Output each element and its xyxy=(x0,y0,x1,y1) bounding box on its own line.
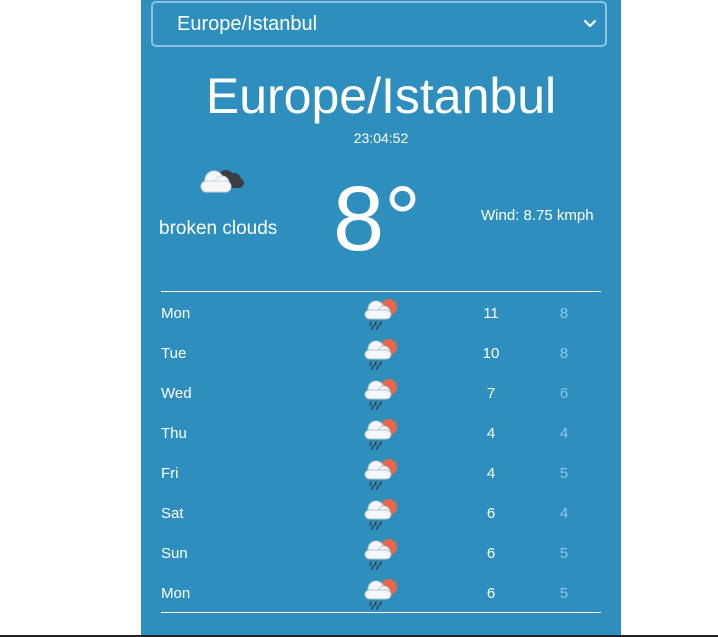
forecast-row: Tue 10 8 xyxy=(141,334,621,374)
forecast-row: Sat 6 4 xyxy=(141,494,621,534)
forecast-row: Thu 4 4 xyxy=(141,414,621,454)
rain-sun-icon xyxy=(364,299,397,330)
forecast-day: Thu xyxy=(161,425,187,442)
forecast-high: 6 xyxy=(486,545,496,562)
forecast-low: 5 xyxy=(559,545,569,562)
rain-sun-icon xyxy=(364,379,397,410)
forecast-day: Sat xyxy=(161,505,184,522)
forecast-high: 6 xyxy=(486,505,496,522)
local-time: 23:04:52 xyxy=(353,130,409,146)
weather-description: broken clouds xyxy=(159,218,278,239)
rain-sun-icon xyxy=(364,539,397,570)
forecast-day: Wed xyxy=(161,385,192,402)
forecast-list: Mon 11 8 Tue 10 8 Wed 7 6 Thu 4 4 Fri 4 … xyxy=(141,294,621,614)
city-title: Europe/Istanbul xyxy=(205,68,557,124)
forecast-high: 7 xyxy=(486,385,496,402)
rain-sun-icon xyxy=(364,579,397,610)
forecast-day: Mon xyxy=(161,585,191,602)
broken-clouds-icon xyxy=(200,170,244,193)
forecast-high: 10 xyxy=(482,345,500,362)
forecast-row: Mon 6 5 xyxy=(141,574,621,614)
forecast-row: Fri 4 5 xyxy=(141,454,621,494)
forecast-low: 8 xyxy=(559,345,569,362)
rain-sun-icon xyxy=(364,339,397,370)
forecast-row: Wed 7 6 xyxy=(141,374,621,414)
forecast-row: Sun 6 5 xyxy=(141,534,621,574)
rain-sun-icon xyxy=(364,419,397,450)
forecast-low: 6 xyxy=(559,385,569,402)
city-select-value: Europe/Istanbul xyxy=(177,12,318,35)
forecast-high: 4 xyxy=(486,425,496,442)
rain-sun-icon xyxy=(364,499,397,530)
forecast-low: 8 xyxy=(559,305,569,322)
forecast-high: 11 xyxy=(483,305,499,322)
divider xyxy=(161,612,601,613)
forecast-day: Mon xyxy=(161,305,191,322)
divider xyxy=(161,291,601,292)
forecast-day: Tue xyxy=(161,345,187,362)
forecast-high: 6 xyxy=(486,585,496,602)
forecast-day: Fri xyxy=(161,465,179,482)
forecast-high: 4 xyxy=(486,465,496,482)
chevron-down-icon xyxy=(583,19,597,28)
forecast-day: Sun xyxy=(161,545,188,562)
rain-sun-icon xyxy=(364,459,397,490)
weather-panel: Europe/Istanbul Europe/Istanbul 23:04:52… xyxy=(141,0,621,636)
forecast-low: 4 xyxy=(559,505,569,522)
current-temperature: 8° xyxy=(333,168,421,270)
forecast-low: 5 xyxy=(559,585,569,602)
forecast-row: Mon 11 8 xyxy=(141,294,621,334)
city-select[interactable]: Europe/Istanbul xyxy=(151,1,607,47)
forecast-low: 5 xyxy=(559,465,569,482)
forecast-low: 4 xyxy=(559,425,569,442)
wind-speed: Wind: 8.75 kmph xyxy=(481,207,594,224)
